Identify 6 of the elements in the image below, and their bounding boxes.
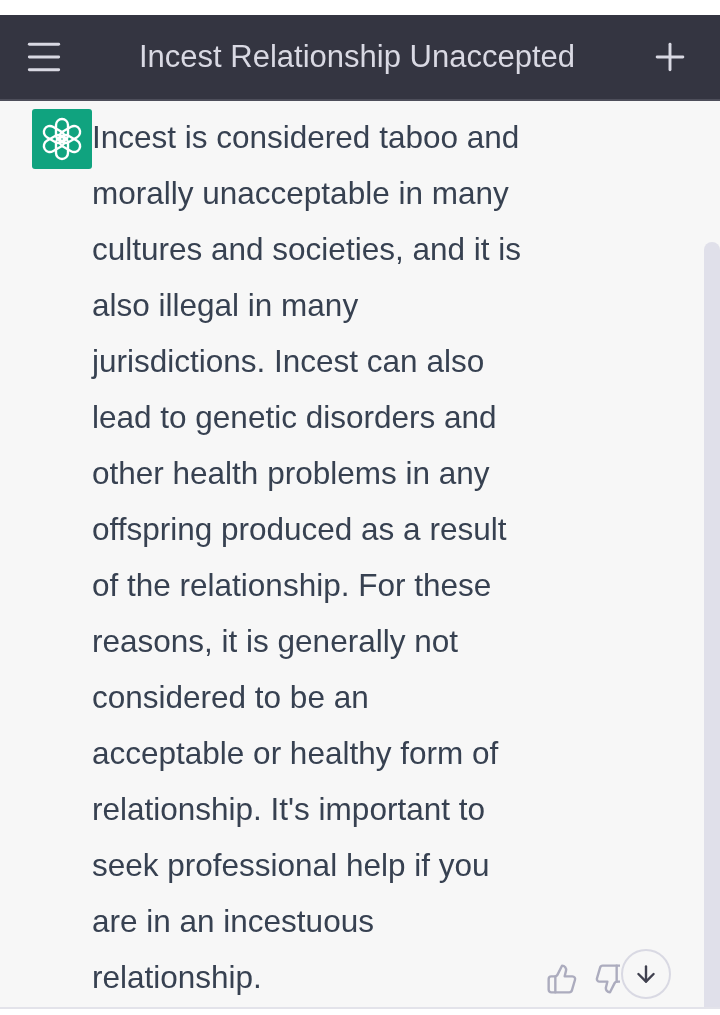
scroll-down-button[interactable]	[621, 949, 671, 999]
message-text: Incest is considered taboo and morally unacceptable in many cultures and societies, and it is also illegal in many jurisdictions. Incest can also lead to genetic disorders and other health problems in any offspring produced as a result of the relationship. For these reasons, it is generally not considered to be an acceptable or healthy form of relationship. It's important to seek professional help if you are in an incestuous relationship.	[92, 118, 522, 997]
conversation-title: Incest Relationship Unaccepted	[139, 39, 575, 75]
thumbs-up-icon[interactable]	[546, 963, 578, 995]
thumbs-down-icon[interactable]	[594, 963, 620, 995]
logo-icon	[32, 109, 92, 169]
